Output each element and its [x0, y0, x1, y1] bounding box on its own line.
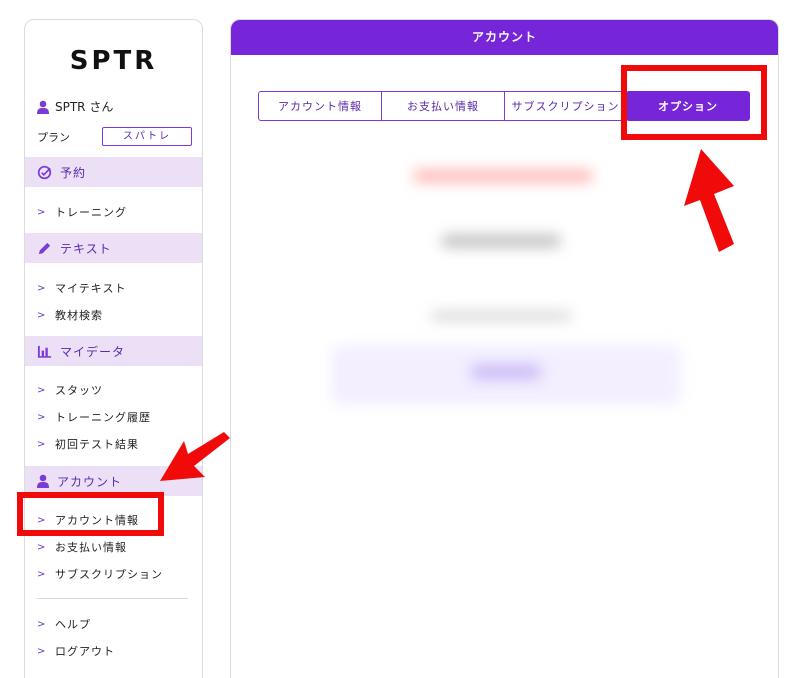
blurred-button: [471, 365, 541, 379]
section-title: 予約: [60, 165, 87, 180]
sidebar-item-training[interactable]: > トレーニング: [37, 204, 127, 220]
pencil-icon: [38, 242, 51, 254]
sidebar-item-label: ヘルプ: [55, 618, 91, 631]
highlight-box-account-info: [17, 492, 164, 536]
blurred-heading: [441, 235, 561, 247]
section-title: アカウント: [57, 474, 123, 489]
chevron-right-icon: >: [37, 618, 47, 630]
tab-subscription[interactable]: サブスクリプション: [504, 91, 627, 121]
chevron-right-icon: >: [37, 541, 47, 553]
blurred-text: [431, 312, 571, 320]
sidebar-item-help[interactable]: > ヘルプ: [37, 616, 91, 632]
chevron-right-icon: >: [37, 568, 47, 580]
tab-payment-info[interactable]: お支払い情報: [381, 91, 505, 121]
chevron-right-icon: >: [37, 384, 47, 396]
user-icon: [37, 100, 49, 114]
sidebar-item-payment-info[interactable]: > お支払い情報: [37, 539, 127, 555]
sidebar-item-label: 教材検索: [55, 309, 103, 322]
plan-label: プラン: [37, 130, 70, 144]
section-text: テキスト: [25, 233, 202, 263]
sidebar-item-label: サブスクリプション: [55, 568, 163, 581]
user-icon: [37, 474, 49, 488]
chevron-right-icon: >: [37, 206, 47, 218]
chevron-right-icon: >: [37, 282, 47, 294]
check-circle-icon: [37, 165, 52, 179]
page-title: アカウント: [231, 20, 778, 55]
sidebar-item-label: トレーニング履歴: [55, 411, 151, 424]
section-reservation: 予約: [25, 157, 202, 187]
chevron-right-icon: >: [37, 411, 47, 423]
arrow-down-left-icon: [160, 432, 230, 481]
sidebar-item-initial-test[interactable]: > 初回テスト結果: [37, 436, 139, 452]
sidebar-item-label: お支払い情報: [55, 541, 127, 554]
blurred-alert: [413, 170, 593, 182]
sidebar: SPTR SPTR さん プラン スパトレ 予約 > トレーニング テキスト >…: [24, 19, 203, 678]
chevron-right-icon: >: [37, 438, 47, 450]
sidebar-item-subscription[interactable]: > サブスクリプション: [37, 566, 163, 582]
user-row: SPTR さん: [37, 98, 113, 115]
bar-chart-icon: [37, 345, 52, 358]
sidebar-item-my-text[interactable]: > マイテキスト: [37, 280, 126, 296]
logo: SPTR: [69, 46, 158, 76]
section-title: テキスト: [60, 241, 112, 256]
sidebar-item-stats[interactable]: > スタッツ: [37, 382, 103, 398]
chevron-right-icon: >: [37, 645, 47, 657]
plan-row: プラン スパトレ: [37, 127, 192, 146]
section-title: マイデータ: [60, 344, 126, 359]
arrow-up-icon: [684, 149, 734, 252]
plan-badge: スパトレ: [102, 127, 192, 146]
user-name: SPTR さん: [55, 100, 114, 114]
sidebar-item-training-history[interactable]: > トレーニング履歴: [37, 409, 151, 425]
sidebar-item-label: トレーニング: [55, 206, 127, 219]
divider: [37, 598, 188, 599]
section-my-data: マイデータ: [25, 336, 202, 366]
sidebar-item-label: ログアウト: [55, 645, 115, 658]
highlight-box-options-tab: [621, 65, 767, 140]
sidebar-item-logout[interactable]: > ログアウト: [37, 643, 115, 659]
sidebar-item-label: スタッツ: [55, 384, 103, 397]
sidebar-item-label: 初回テスト結果: [55, 438, 139, 451]
chevron-right-icon: >: [37, 309, 47, 321]
sidebar-item-material-search[interactable]: > 教材検索: [37, 307, 103, 323]
tab-account-info[interactable]: アカウント情報: [258, 91, 382, 121]
sidebar-item-label: マイテキスト: [55, 282, 127, 295]
